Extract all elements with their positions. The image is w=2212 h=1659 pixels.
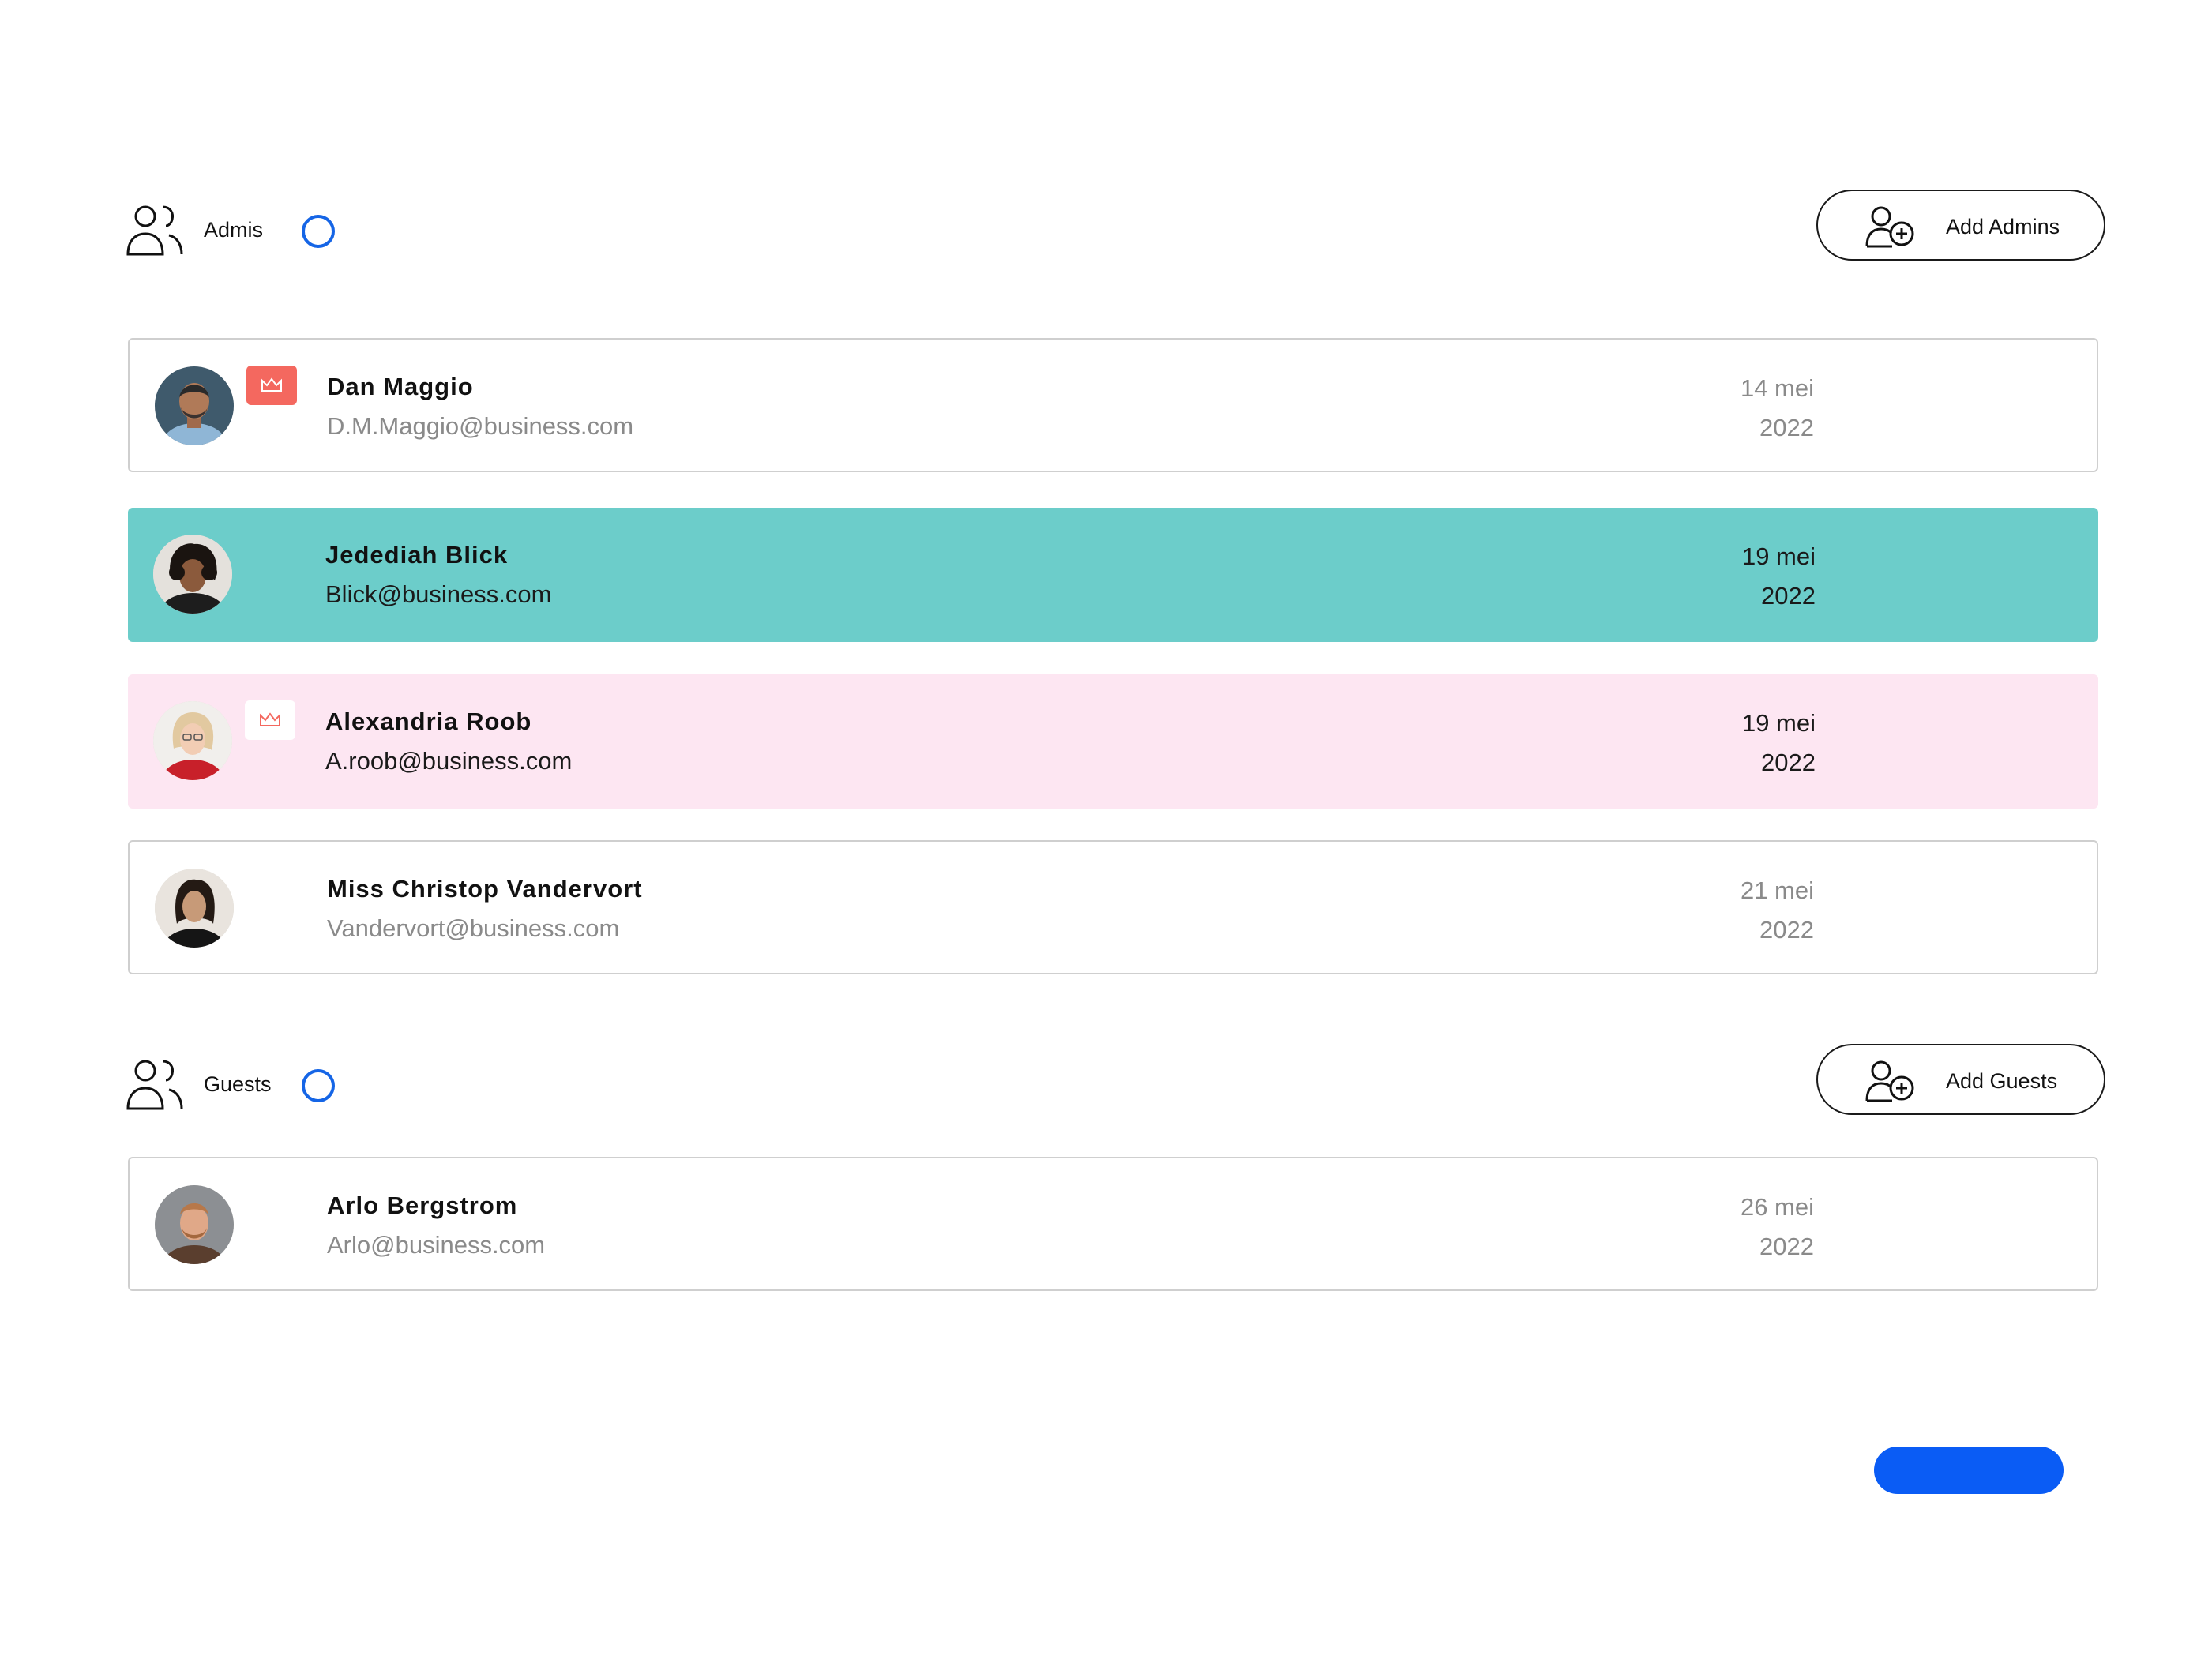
member-date-year: 2022 [1759,414,1814,441]
avatar [155,1185,234,1264]
member-date-year: 2022 [1761,749,1816,776]
avatar [155,366,234,445]
member-date-year: 2022 [1761,582,1816,610]
member-email: D.M.Maggio@business.com [327,412,634,440]
member-date-year: 2022 [1759,1233,1814,1260]
section-toggle[interactable] [302,215,335,248]
member-date-day: 21 mei [1740,876,1814,904]
admins-section-header: Admis Add Admins [126,190,2105,268]
avatar [155,869,234,948]
member-name: Miss Christop Vandervort [327,875,643,903]
add-admins-label: Add Admins [1946,215,2060,238]
member-name: Jedediah Blick [325,541,509,569]
primary-action-button[interactable] [1874,1447,2064,1494]
crown-icon [260,712,280,726]
member-date-day: 19 mei [1741,542,1816,570]
member-email: Blick@business.com [325,580,552,608]
user-add-icon [1865,206,1914,248]
avatar [153,701,232,780]
members-page: Admis Add Admins Dan Maggio D.M.Maggio@b… [0,0,2212,1659]
section-label: Admis [204,218,264,242]
member-date-day: 19 mei [1741,709,1816,737]
avatar [153,535,232,614]
list-item[interactable]: Miss Christop Vandervort Vandervort@busi… [128,840,2098,974]
member-name: Arlo Bergstrom [327,1192,518,1219]
member-name: Dan Maggio [327,373,474,400]
member-name: Alexandria Roob [325,708,532,735]
member-email: Vandervort@business.com [327,914,620,942]
list-item[interactable]: Dan Maggio D.M.Maggio@business.com 14 me… [128,338,2098,472]
users-icon [126,1060,183,1110]
user-add-icon [1865,1060,1914,1102]
crown-icon [261,377,282,392]
add-guests-button[interactable]: Add Guests [1816,1044,2105,1115]
crown-badge [246,366,297,405]
add-admins-button[interactable]: Add Admins [1816,190,2105,261]
member-date-day: 26 mei [1740,1193,1814,1221]
guests-section-header: Guests Add Guests [126,1044,2105,1123]
member-date-year: 2022 [1759,916,1814,944]
member-email: A.roob@business.com [325,747,573,775]
member-date-day: 14 mei [1740,374,1814,402]
list-item[interactable]: Arlo Bergstrom Arlo@business.com 26 mei … [128,1157,2098,1291]
list-item-highlighted[interactable]: Alexandria Roob A.roob@business.com 19 m… [128,674,2098,809]
crown-badge [245,700,295,740]
section-label: Guests [204,1072,272,1096]
users-icon [126,205,183,256]
add-guests-label: Add Guests [1946,1069,2058,1093]
member-email: Arlo@business.com [327,1231,546,1259]
list-item-selected[interactable]: Jedediah Blick Blick@business.com 19 mei… [128,508,2098,642]
section-toggle[interactable] [302,1069,335,1102]
